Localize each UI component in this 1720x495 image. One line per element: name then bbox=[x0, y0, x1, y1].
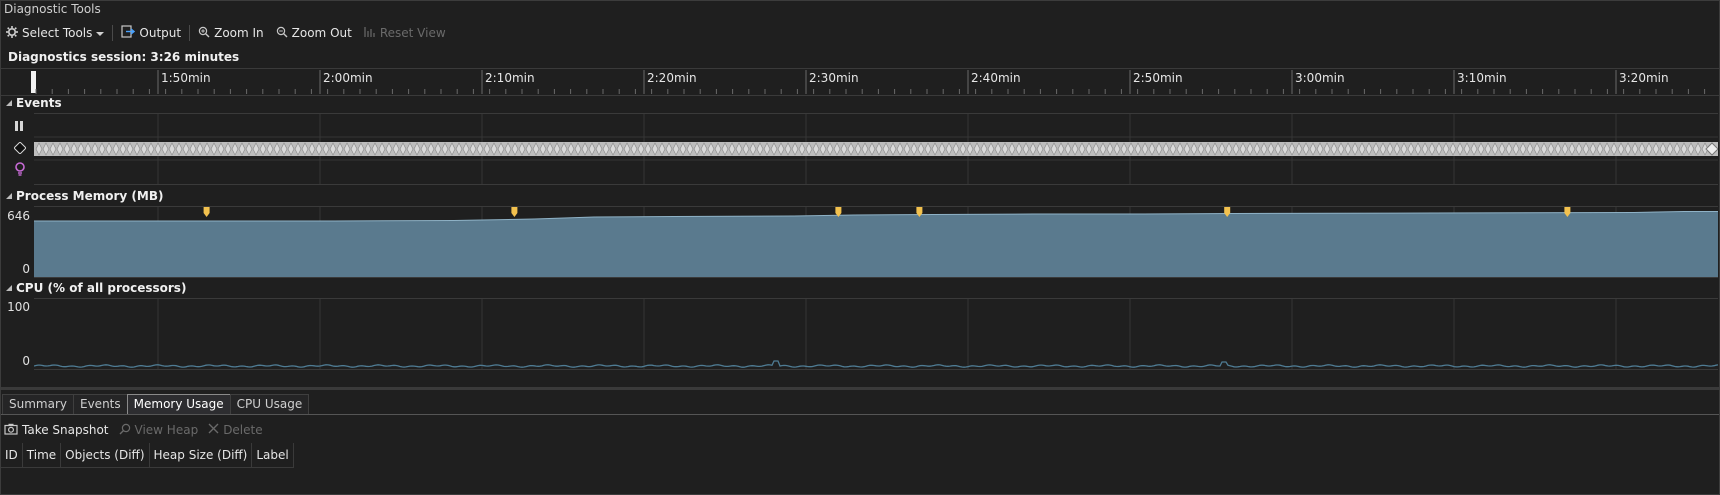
reset-view-button[interactable]: Reset View bbox=[358, 22, 452, 44]
select-tools-label: Select Tools bbox=[22, 26, 93, 40]
view-heap-icon bbox=[119, 423, 131, 438]
toolbar-separator bbox=[189, 25, 191, 41]
view-heap-button[interactable]: View Heap bbox=[117, 423, 207, 438]
tick-label: 1:50min bbox=[161, 71, 211, 85]
tab-memory-usage[interactable]: Memory Usage bbox=[126, 394, 231, 414]
take-snapshot-label: Take Snapshot bbox=[22, 423, 109, 437]
select-tools-button[interactable]: Select Tools bbox=[0, 22, 110, 44]
collapse-icon bbox=[6, 100, 12, 106]
snapshot-table-header: ID Time Objects (Diff) Heap Size (Diff) … bbox=[1, 443, 294, 468]
column-objects-diff[interactable]: Objects (Diff) bbox=[61, 443, 150, 467]
camera-icon bbox=[4, 423, 18, 438]
panel-splitter[interactable] bbox=[1, 387, 1719, 390]
memory-max-label: 646 bbox=[7, 209, 30, 223]
zoom-out-button[interactable]: Zoom Out bbox=[270, 22, 358, 44]
tick-label: 2:10min bbox=[485, 71, 535, 85]
output-button[interactable]: Output bbox=[115, 22, 187, 44]
events-header[interactable]: Events bbox=[6, 96, 62, 110]
window-title: Diagnostic Tools bbox=[4, 2, 101, 16]
process-memory-graph[interactable] bbox=[34, 206, 1718, 278]
snapshot-marker bbox=[511, 207, 518, 217]
zoom-in-button[interactable]: Zoom In bbox=[192, 22, 270, 44]
session-duration: Diagnostics session: 3:26 minutes bbox=[8, 50, 240, 64]
zoom-in-icon bbox=[198, 26, 210, 41]
memory-area-chart bbox=[34, 207, 1718, 277]
cpu-line-chart bbox=[33, 299, 1719, 369]
reset-view-icon bbox=[364, 26, 376, 41]
column-label[interactable]: Label bbox=[252, 443, 294, 467]
column-time[interactable]: Time bbox=[23, 443, 62, 467]
tab-strip: Summary Events Memory Usage CPU Usage bbox=[2, 394, 310, 414]
cpu-graph[interactable] bbox=[33, 298, 1719, 370]
reset-view-label: Reset View bbox=[379, 26, 446, 40]
output-label: Output bbox=[139, 26, 182, 40]
process-memory-header[interactable]: Process Memory (MB) bbox=[6, 189, 163, 203]
tab-summary[interactable]: Summary bbox=[2, 394, 74, 414]
collapse-icon bbox=[6, 285, 12, 291]
cpu-header-label: CPU (% of all processors) bbox=[16, 281, 187, 295]
events-lane[interactable] bbox=[34, 113, 1719, 185]
cpu-header[interactable]: CPU (% of all processors) bbox=[6, 281, 186, 295]
tick-label: 3:00min bbox=[1295, 71, 1345, 85]
toolbar: Select Tools Output Zoom In Zoom Out Res… bbox=[0, 20, 1720, 46]
break-events-pause-icon bbox=[14, 120, 24, 135]
delete-label: Delete bbox=[223, 423, 263, 437]
cpu-min-label: 0 bbox=[22, 354, 30, 368]
timeline-ruler[interactable]: 1:50min 2:00min 2:10min 2:20min 2:30min 2:40m… bbox=[1, 68, 1719, 96]
delete-icon bbox=[208, 423, 219, 437]
intellitrace-lightbulb-icon bbox=[14, 162, 26, 179]
gear-icon bbox=[6, 25, 18, 41]
dropdown-arrow-icon bbox=[96, 26, 105, 40]
ruler-ticks: 1:50min 2:00min 2:10min 2:20min 2:30min 2:40m… bbox=[31, 70, 1706, 94]
tab-cpu-usage[interactable]: CPU Usage bbox=[229, 394, 310, 414]
memory-command-bar: Take Snapshot View Heap Delete bbox=[2, 419, 271, 441]
tab-underline bbox=[1, 414, 1719, 415]
tick-label: 3:20min bbox=[1619, 71, 1669, 85]
tick-label: 2:00min bbox=[323, 71, 373, 85]
tab-events[interactable]: Events bbox=[73, 394, 128, 414]
tick-label: 3:10min bbox=[1457, 71, 1507, 85]
column-id[interactable]: ID bbox=[1, 443, 23, 467]
events-header-label: Events bbox=[16, 96, 62, 110]
toolbar-separator bbox=[112, 25, 114, 41]
tick-label: 2:30min bbox=[809, 71, 859, 85]
take-snapshot-button[interactable]: Take Snapshot bbox=[2, 423, 117, 438]
zoom-in-label: Zoom In bbox=[214, 26, 264, 40]
zoom-out-label: Zoom Out bbox=[291, 26, 352, 40]
timeline-start-handle bbox=[31, 71, 36, 93]
view-heap-label: View Heap bbox=[134, 423, 199, 437]
zoom-out-icon bbox=[276, 26, 288, 41]
events-track bbox=[34, 114, 1719, 184]
tick-label: 2:20min bbox=[647, 71, 697, 85]
snapshot-marker bbox=[203, 207, 210, 217]
memory-min-label: 0 bbox=[22, 262, 30, 276]
output-icon bbox=[121, 25, 136, 41]
cpu-max-label: 100 bbox=[7, 300, 30, 314]
cpu-line bbox=[33, 360, 1719, 368]
delete-button[interactable]: Delete bbox=[206, 423, 270, 437]
tick-label: 2:50min bbox=[1133, 71, 1183, 85]
collapse-icon bbox=[6, 193, 12, 199]
process-memory-header-label: Process Memory (MB) bbox=[16, 189, 164, 203]
tick-label: 2:40min bbox=[971, 71, 1021, 85]
exception-diamond-icon bbox=[13, 141, 27, 157]
column-heap-size-diff[interactable]: Heap Size (Diff) bbox=[150, 443, 253, 467]
